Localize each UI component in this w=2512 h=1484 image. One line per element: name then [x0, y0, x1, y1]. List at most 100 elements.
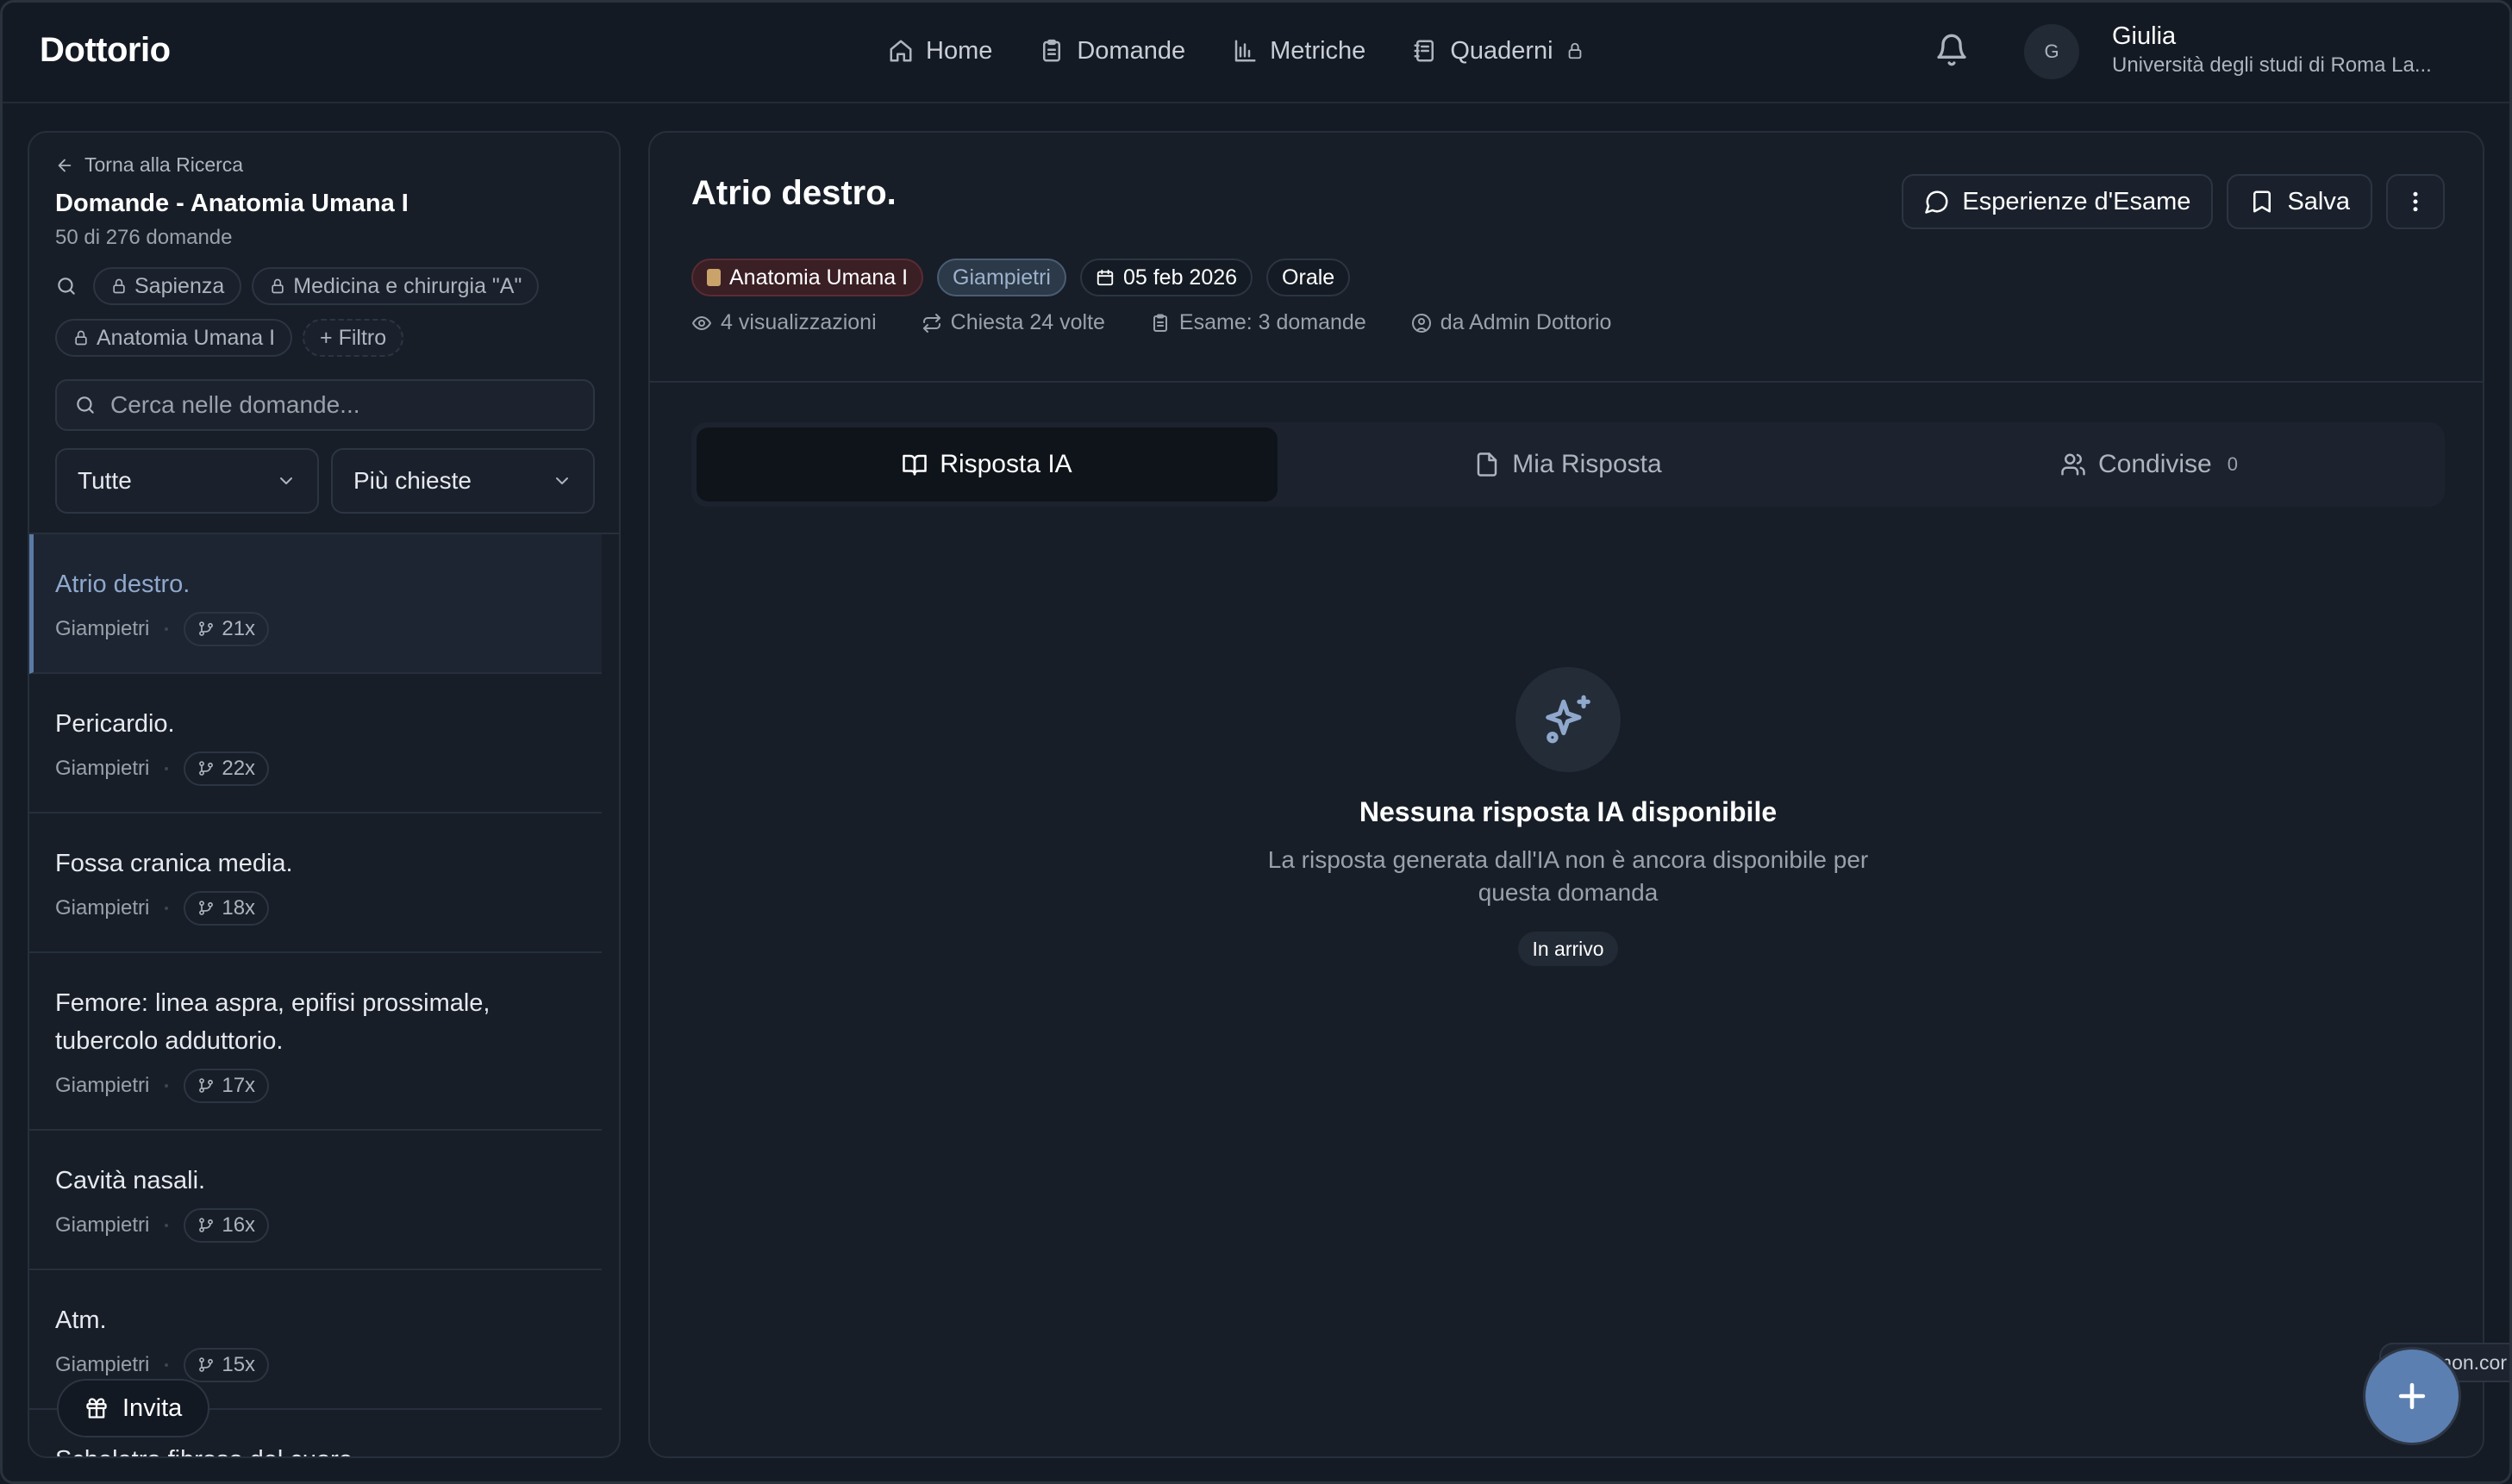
- tab-ai-answer[interactable]: Risposta IA: [697, 427, 1278, 502]
- type-select-value: Tutte: [78, 467, 132, 494]
- author-label: da Admin Dottorio: [1440, 310, 1612, 334]
- list-item[interactable]: Cavità nasali. Giampietri 16x: [29, 1131, 602, 1270]
- nav-metriche-label: Metriche: [1270, 36, 1366, 65]
- add-filter-button[interactable]: + Filtro: [303, 319, 404, 357]
- course-tag[interactable]: Anatomia Umana I: [691, 259, 924, 296]
- back-to-search-link[interactable]: Torna alla Ricerca: [55, 153, 243, 177]
- question-text: Atrio destro.: [55, 571, 191, 598]
- clipboard-icon: [1043, 39, 1061, 62]
- invite-button[interactable]: Invita: [57, 1379, 210, 1437]
- bookmark-icon: [2253, 190, 2271, 213]
- save-label: Salva: [2287, 187, 2350, 215]
- question-meta: Giampietri 16x: [55, 1208, 576, 1243]
- users-icon: [2061, 453, 2085, 476]
- nav-quaderni[interactable]: Quaderni: [1412, 37, 1584, 65]
- user-name[interactable]: Giulia: [2112, 22, 2176, 51]
- add-fab-button[interactable]: [2365, 1350, 2459, 1443]
- exam-experiences-button[interactable]: Esperienze d'Esame: [1902, 174, 2214, 229]
- arrow-left-icon: [58, 159, 72, 171]
- nav-domande[interactable]: Domande: [1039, 37, 1185, 65]
- nav-home[interactable]: Home: [888, 37, 992, 65]
- filter-chip-degree[interactable]: Medicina e chirurgia "A": [252, 267, 540, 305]
- nav-home-label: Home: [926, 36, 993, 65]
- professor-name: Giampietri: [55, 1353, 150, 1376]
- list-item[interactable]: Femore: linea aspra, epifisi prossimale,…: [29, 953, 602, 1131]
- filter-chip-label: Anatomia Umana I: [97, 325, 276, 350]
- separator-dot: [165, 1363, 169, 1367]
- home-icon: [890, 40, 912, 62]
- git-branch-icon: [199, 761, 214, 776]
- date-tag-label: 05 feb 2026: [1122, 265, 1238, 290]
- tab-my-answer-label: Mia Risposta: [1512, 450, 1662, 478]
- asked-count-badge: 22x: [184, 751, 270, 786]
- book-open-icon: [903, 454, 928, 476]
- views-label: 4 visualizzazioni: [721, 310, 877, 334]
- save-button[interactable]: Salva: [2227, 174, 2372, 229]
- nav-quaderni-label: Quaderni: [1450, 36, 1553, 65]
- filter-chip-university[interactable]: Sapienza: [93, 267, 242, 305]
- asked-count: 18x: [222, 896, 256, 920]
- list-item[interactable]: Pericardio. Giampietri 22x: [29, 674, 602, 814]
- question-meta: Giampietri 21x: [55, 612, 576, 646]
- separator-dot: [165, 627, 169, 631]
- professor-tag[interactable]: Giampietri: [937, 259, 1066, 296]
- avatar[interactable]: G: [2024, 24, 2079, 79]
- main-nav: Home Domande Metriche Quaderni: [888, 29, 1584, 72]
- question-text: Atm.: [55, 1306, 107, 1334]
- top-navigation-bar: Dottorio Home Domande Metriche Quaderni …: [0, 0, 2512, 103]
- message-circle-icon: [1925, 190, 1948, 214]
- exam-stat[interactable]: Esame: 3 domande: [1150, 310, 1366, 335]
- calendar-icon: [1097, 269, 1114, 286]
- nav-domande-label: Domande: [1077, 36, 1186, 65]
- lock-icon: [1568, 42, 1581, 59]
- asked-count-badge: 15x: [184, 1348, 270, 1382]
- bar-chart-icon: [1234, 40, 1256, 62]
- sparkles-icon: [1546, 695, 1590, 744]
- list-item[interactable]: Fossa cranica media. Giampietri 18x: [29, 814, 602, 953]
- exam-type-tag: Orale: [1266, 259, 1351, 296]
- empty-state-icon-wrap: [1515, 667, 1621, 772]
- eye-icon: [692, 315, 711, 330]
- question-detail-panel: Atrio destro. Esperienze d'Esame Salva A…: [648, 131, 2484, 1458]
- asked-count: 22x: [222, 757, 256, 780]
- filter-chip-course[interactable]: Anatomia Umana I: [55, 319, 293, 357]
- tab-my-answer[interactable]: Mia Risposta: [1278, 427, 1859, 502]
- asked-label: Chiesta 24 volte: [950, 310, 1105, 334]
- more-options-button[interactable]: [2386, 174, 2445, 229]
- professor-name: Giampietri: [55, 896, 150, 920]
- shared-count-badge: 0: [2227, 453, 2238, 475]
- nav-metriche[interactable]: Metriche: [1232, 37, 1365, 65]
- list-item[interactable]: Atrio destro. Giampietri 21x: [29, 534, 602, 674]
- panel-title: Domande - Anatomia Umana I: [55, 190, 409, 217]
- professor-name: Giampietri: [55, 617, 150, 640]
- coming-soon-badge: In arrivo: [1518, 932, 1618, 966]
- separator-dot: [165, 907, 169, 910]
- filter-chip-label: Sapienza: [134, 273, 225, 298]
- question-text: Pericardio.: [55, 710, 175, 738]
- divider: [650, 381, 2483, 383]
- app-logo[interactable]: Dottorio: [40, 31, 171, 70]
- separator-dot: [165, 1084, 169, 1088]
- university-emblem-icon: [707, 269, 721, 286]
- search-icon: [77, 396, 94, 414]
- user-university: Università degli studi di Roma La...: [2112, 53, 2432, 77]
- lock-icon: [75, 330, 87, 346]
- notebook-icon: [1414, 40, 1434, 62]
- question-meta: Giampietri 18x: [55, 891, 576, 926]
- empty-state-title: Nessuna risposta IA disponibile: [1359, 796, 1778, 827]
- bell-icon[interactable]: [1934, 33, 1969, 67]
- type-select[interactable]: Tutte: [55, 448, 319, 514]
- date-tag: 05 feb 2026: [1079, 259, 1253, 296]
- back-label: Torna alla Ricerca: [84, 153, 244, 176]
- filter-chips-row-2: Anatomia Umana I + Filtro: [55, 319, 404, 357]
- git-branch-icon: [199, 1078, 214, 1093]
- git-branch-icon: [199, 621, 214, 636]
- invite-label: Invita: [122, 1394, 183, 1422]
- chevron-down-icon: [556, 477, 568, 484]
- asked-count-badge: 16x: [184, 1208, 270, 1243]
- tab-shared[interactable]: Condivise 0: [1859, 427, 2440, 502]
- search-icon[interactable]: [55, 275, 78, 297]
- asked-stat: Chiesta 24 volte: [922, 310, 1105, 335]
- question-search-input[interactable]: [110, 391, 576, 419]
- sort-select[interactable]: Più chieste: [331, 448, 595, 514]
